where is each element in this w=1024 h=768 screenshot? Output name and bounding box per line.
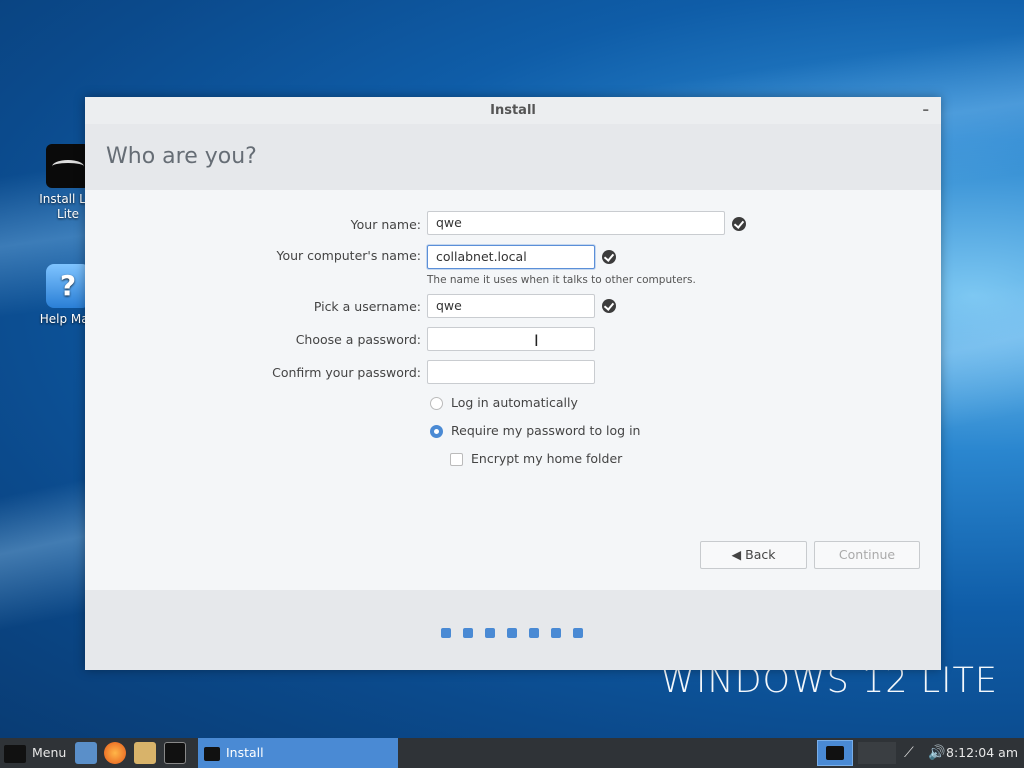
progress-step — [573, 628, 583, 638]
progress-footer — [85, 590, 941, 670]
progress-step — [463, 628, 473, 638]
name-label: Your name: — [350, 217, 421, 232]
taskbar-item-install[interactable]: Install — [198, 738, 398, 768]
password-label: Choose a password: — [295, 332, 421, 347]
menu-label: Menu — [32, 745, 67, 760]
workspace-logo-icon — [826, 746, 844, 760]
volume-icon[interactable]: 🔊 — [928, 745, 945, 761]
taskbar: Menu Install ⟋ 🔊 8:12:04 am — [0, 738, 1024, 768]
login-auto-radio[interactable] — [430, 397, 443, 410]
name-valid-icon — [732, 217, 746, 231]
computer-name-input[interactable]: collabnet.local — [427, 245, 595, 269]
window-title: Install — [490, 103, 536, 118]
taskbar-item-install-label: Install — [226, 745, 264, 760]
network-icon[interactable]: ⟋ — [904, 745, 920, 761]
progress-dots — [441, 623, 595, 642]
file-manager-icon[interactable] — [134, 742, 156, 764]
login-require-label[interactable]: Require my password to log in — [451, 423, 640, 438]
login-require-radio[interactable] — [430, 425, 443, 438]
menu-logo-icon — [4, 744, 26, 763]
clock[interactable]: 8:12:04 am — [946, 738, 1018, 768]
encrypt-label[interactable]: Encrypt my home folder — [471, 451, 622, 466]
install-window: Install – Who are you? Your name: qwe Yo… — [85, 97, 941, 670]
password-input[interactable] — [427, 327, 595, 351]
tray-spacer — [858, 742, 896, 764]
confirm-password-label: Confirm your password: — [272, 365, 421, 380]
show-desktop-icon[interactable] — [75, 742, 97, 764]
progress-step — [485, 628, 495, 638]
continue-button[interactable]: Continue — [814, 541, 920, 569]
menu-button[interactable]: Menu — [4, 738, 66, 768]
user-form: Your name: qwe Your computer's name: col… — [85, 190, 941, 590]
computer-name-hint: The name it uses when it talks to other … — [427, 274, 696, 286]
help-icon: ? — [46, 264, 90, 308]
text-cursor-icon: I — [534, 331, 539, 350]
progress-step — [507, 628, 517, 638]
window-titlebar[interactable]: Install – — [85, 97, 941, 124]
computer-name-valid-icon — [602, 250, 616, 264]
firefox-icon[interactable] — [104, 742, 126, 764]
encrypt-checkbox[interactable] — [450, 453, 463, 466]
username-label: Pick a username: — [313, 299, 421, 314]
username-input[interactable]: qwe — [427, 294, 595, 318]
username-valid-icon — [602, 299, 616, 313]
confirm-password-input[interactable] — [427, 360, 595, 384]
progress-step — [551, 628, 561, 638]
login-auto-label[interactable]: Log in automatically — [451, 395, 578, 410]
progress-step — [529, 628, 539, 638]
back-button[interactable]: ◀ Back — [700, 541, 807, 569]
progress-step — [441, 628, 451, 638]
minimize-button[interactable]: – — [923, 97, 930, 124]
page-header: Who are you? — [85, 124, 941, 190]
install-task-icon — [204, 746, 220, 761]
install-icon — [46, 144, 90, 188]
name-input[interactable]: qwe — [427, 211, 725, 235]
terminal-icon[interactable] — [164, 742, 186, 764]
computer-name-label: Your computer's name: — [276, 248, 421, 263]
page-title: Who are you? — [106, 144, 257, 169]
workspace-switcher[interactable] — [817, 740, 853, 766]
